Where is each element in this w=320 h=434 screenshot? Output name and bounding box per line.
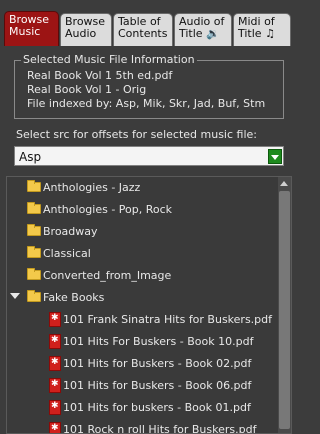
folder-icon — [27, 268, 41, 280]
tree-folder[interactable]: Anthologies - Jazz — [7, 177, 279, 199]
pdf-icon — [49, 312, 61, 327]
folder-icon — [27, 246, 41, 258]
music-file-tree[interactable]: Anthologies - Jazz Anthologies - Pop, Ro… — [6, 176, 292, 434]
tree-file[interactable]: 101 Frank Sinatra Hits for Buskers.pdf — [7, 309, 279, 331]
pdf-icon — [49, 356, 61, 371]
tab-table-of-contents[interactable]: Table of Contents — [113, 13, 173, 46]
tab-bar: Browse Music Browse Audio Table of Conte… — [0, 0, 298, 46]
tree-file[interactable]: 101 Hits for buskers - Book 01.pdf — [7, 397, 279, 419]
folder-icon — [27, 180, 41, 192]
tree-file-label: 101 Hits for buskers - Book 01.pdf — [63, 401, 251, 414]
tree-folder-label: Anthologies - Pop, Rock — [43, 203, 173, 216]
file-info-line: Real Book Vol 1 - Orig — [27, 83, 147, 96]
tree-folder-label: Fake Books — [43, 291, 105, 304]
file-info-line: File indexed by: Asp, Mik, Skr, Jad, Buf… — [27, 97, 266, 110]
folder-icon — [27, 202, 41, 214]
offsets-source-value: Asp — [19, 150, 42, 164]
tab-browse-music[interactable]: Browse Music — [4, 11, 59, 46]
tree-folder-expanded[interactable]: Fake Books — [7, 287, 279, 309]
tree-folder[interactable]: Converted_from_Image — [7, 265, 279, 287]
pdf-icon — [49, 378, 61, 393]
tab-midi-of-title[interactable]: Midi of Title ♫ — [233, 13, 291, 46]
scroll-up-arrow-icon[interactable] — [279, 178, 290, 189]
tree-file[interactable]: 101 Hits For Buskers - Book 10.pdf — [7, 331, 279, 353]
tab-label-line2: Audio — [65, 27, 97, 40]
folder-icon — [27, 224, 41, 236]
tab-label-line2: Title 🔉 — [179, 28, 227, 40]
pdf-icon — [49, 334, 61, 349]
tree-file-label: 101 Hits For Buskers - Book 10.pdf — [63, 335, 254, 348]
tab-label-title: Title — [179, 27, 203, 40]
file-info-line: Real Book Vol 1 5th ed.pdf — [27, 69, 173, 82]
file-info-legend: Selected Music File Information — [21, 53, 197, 66]
tree-file[interactable]: 101 Hits for Buskers - Book 06.pdf — [7, 375, 279, 397]
browse-music-panel: Selected Music File Information Real Boo… — [0, 46, 298, 434]
offsets-label: Select src for offsets for selected musi… — [16, 128, 257, 141]
tab-audio-of-title[interactable]: Audio of Title 🔉 — [174, 13, 232, 46]
tree-folder[interactable]: Classical — [7, 243, 279, 265]
tree-folder[interactable]: Broadway — [7, 221, 279, 243]
tree-scrollbar[interactable] — [278, 177, 291, 433]
tree-folder-label: Classical — [43, 247, 91, 260]
pdf-icon — [49, 400, 61, 415]
chevron-down-icon[interactable] — [268, 149, 282, 164]
tree-file-label: 101 Hits for Buskers - Book 02.pdf — [63, 357, 252, 370]
file-info-group: Selected Music File Information Real Boo… — [14, 54, 284, 119]
tab-label-line2: Title ♫ — [238, 28, 286, 40]
tree-folder-label: Anthologies - Jazz — [43, 181, 141, 194]
tab-label-line2: Music — [9, 25, 41, 38]
tab-browse-audio[interactable]: Browse Audio — [60, 13, 112, 46]
speaker-icon: 🔉 — [206, 27, 220, 40]
offsets-source-select[interactable]: Asp — [14, 146, 284, 166]
tree-folder-label: Broadway — [43, 225, 98, 238]
expand-arrow-icon[interactable] — [10, 293, 20, 299]
pdf-icon — [49, 422, 61, 433]
tree-file-label: 101 Frank Sinatra Hits for Buskers.pdf — [63, 313, 273, 326]
tree-file-label: 101 Hits for Buskers - Book 06.pdf — [63, 379, 252, 392]
tree-folder-label: Converted_from_Image — [43, 269, 172, 282]
tab-label-line2: Contents — [118, 27, 168, 40]
scrollbar-thumb[interactable] — [279, 191, 290, 429]
tab-label-title: Title — [238, 27, 262, 40]
music-note-icon: ♫ — [265, 27, 275, 40]
tree-file[interactable]: 101 Rock n roll Hits for Buskers.pdf — [7, 419, 279, 434]
tree-file-label: 101 Rock n roll Hits for Buskers.pdf — [63, 423, 257, 434]
tree-folder[interactable]: Anthologies - Pop, Rock — [7, 199, 279, 221]
tree-file[interactable]: 101 Hits for Buskers - Book 02.pdf — [7, 353, 279, 375]
folder-icon — [27, 290, 41, 302]
